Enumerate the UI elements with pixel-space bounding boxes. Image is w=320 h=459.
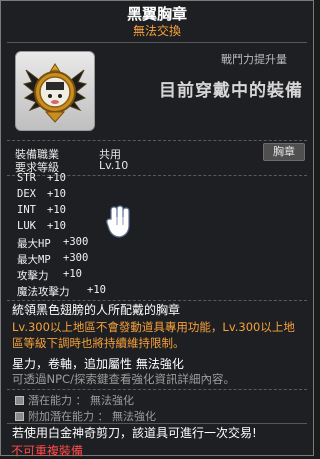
stat-row: STR +10 [17, 172, 66, 184]
stat-name: LUK [17, 220, 36, 232]
badge-medal-icon [22, 63, 88, 123]
stat-name: 最大HP [17, 238, 51, 250]
item-name: 黑翼胸章 [126, 5, 187, 23]
glove-cursor-icon [106, 205, 130, 238]
stat-value: +10 [47, 220, 66, 232]
slot-badge: 胸章 [263, 143, 305, 161]
stat-row: 最大HP +300 [17, 236, 88, 251]
stat-value: +300 [63, 252, 89, 264]
equipped-compare-text: 目前穿戴中的裝備 [159, 81, 303, 101]
stat-value: +10 [47, 204, 66, 216]
stat-row: 最大MP +300 [17, 252, 88, 267]
stat-name: STR [17, 172, 36, 184]
item-icon-frame [15, 51, 95, 131]
potential-icon [15, 396, 24, 405]
stat-name: DEX [17, 188, 36, 200]
stat-value: +10 [63, 268, 82, 280]
stat-row: 魔法攻擊力 +10 [17, 284, 106, 299]
stat-row: INT +10 [17, 204, 66, 216]
stat-value: +10 [47, 172, 66, 184]
additional-potential-text: 附加潛在能力 ： 無法強化 [28, 410, 156, 423]
enhance-info: 星力，卷軸，追加屬性 無法強化 [12, 357, 184, 371]
additional-potential-row: 附加潛在能力 ： 無法強化 [15, 408, 156, 424]
additional-potential-icon [15, 412, 24, 421]
potential-row: 潛在能力 ： 無法強化 [15, 392, 134, 408]
stat-row: 攻擊力 +10 [17, 268, 82, 283]
description-text: 統領黑色翅膀的人所配戴的胸章 [12, 303, 181, 317]
trade-status: 無法交換 [132, 24, 181, 38]
scissors-note: 若使用白金神奇剪刀，該道具可進行一次交易! [12, 426, 257, 440]
power-increase-label: 戰鬥力提升量 [221, 53, 287, 66]
stat-name: 最大MP [17, 254, 51, 266]
level-restriction-text-2: 區等級下調時也將持續維持限制。 [12, 336, 185, 350]
divider [7, 300, 307, 301]
item-tooltip: 黑翼胸章 無法交換 戰鬥力提升量 目前穿戴中的裝備 裝備職業 共用 要求等級 L… [0, 0, 314, 458]
stat-row: LUK +10 [17, 220, 66, 232]
no-duplicate-text: 不可重複裝備 [11, 444, 84, 458]
enhance-note: 可透過NPC/探索鍵查看強化資訊詳細內容。 [12, 372, 235, 386]
potential-text: 潛在能力 ： 無法強化 [28, 394, 134, 407]
divider [7, 140, 307, 141]
stat-row: DEX +10 [17, 188, 66, 200]
divider [7, 42, 307, 43]
stat-value: +300 [63, 236, 89, 248]
stat-name: INT [17, 204, 36, 216]
stat-name: 魔法攻擊力 [17, 286, 70, 298]
stat-value: +10 [47, 188, 66, 200]
level-value: Lv.10 [99, 159, 129, 172]
divider [7, 389, 307, 390]
stat-name: 攻擊力 [17, 270, 49, 282]
level-restriction-text: Lv.300以上地區不會發動道具專用功能，Lv.300以上地 [12, 320, 295, 334]
stat-value: +10 [87, 284, 106, 296]
divider [7, 423, 307, 424]
